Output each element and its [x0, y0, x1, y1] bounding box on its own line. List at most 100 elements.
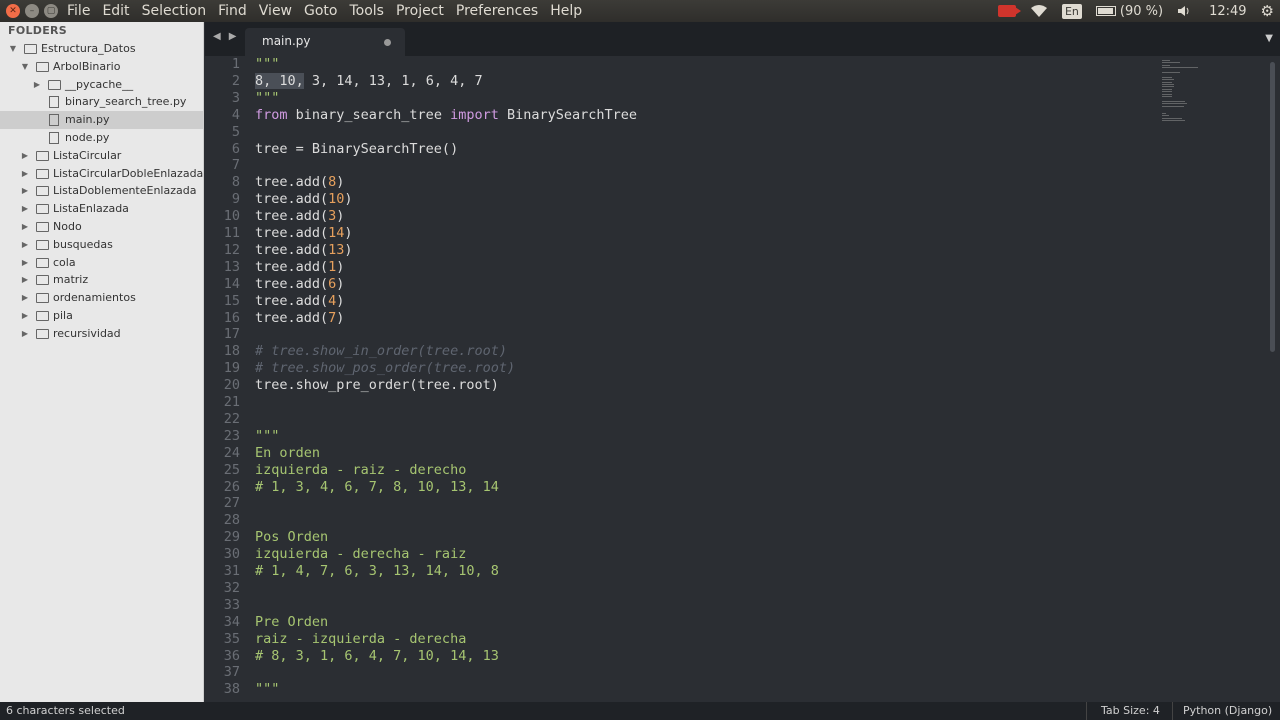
file-item[interactable]: main.py — [0, 111, 203, 129]
collapsed-arrow-icon[interactable]: ▶ — [20, 182, 30, 200]
menu-edit[interactable]: Edit — [102, 0, 129, 22]
code-line[interactable]: tree.add(8) — [255, 174, 344, 191]
code-line[interactable]: """ — [255, 90, 279, 107]
file-item[interactable]: node.py — [0, 129, 203, 147]
window-minimize-button[interactable]: – — [25, 4, 39, 18]
folder-item[interactable]: ▼ ArbolBinario — [0, 58, 203, 76]
collapsed-arrow-icon[interactable]: ▶ — [20, 307, 30, 325]
folder-item[interactable]: ▶ cola — [0, 254, 203, 272]
code-line[interactable]: tree.add(4) — [255, 293, 344, 310]
menu-find[interactable]: Find — [218, 0, 247, 22]
code-line[interactable]: tree.add(7) — [255, 310, 344, 327]
folder-icon — [24, 44, 37, 54]
code-line[interactable]: # 1, 4, 7, 6, 3, 13, 14, 10, 8 — [255, 563, 499, 580]
code-line[interactable]: Pre Orden — [255, 614, 328, 631]
syntax-indicator[interactable]: Python (Django) — [1172, 702, 1272, 720]
tab-main-py[interactable]: main.py — [245, 28, 405, 56]
clock[interactable]: 12:49 — [1209, 4, 1246, 19]
folder-item[interactable]: ▶ pila — [0, 307, 203, 325]
code-line[interactable]: tree = BinarySearchTree() — [255, 141, 458, 158]
collapsed-arrow-icon[interactable]: ▶ — [20, 236, 30, 254]
menu-preferences[interactable]: Preferences — [456, 0, 538, 22]
code-token: tree = BinarySearchTree() — [255, 140, 459, 157]
collapsed-arrow-icon[interactable]: ▶ — [20, 218, 30, 236]
code-line[interactable]: En orden — [255, 445, 320, 462]
expanded-arrow-icon[interactable]: ▼ — [20, 58, 30, 76]
code-line[interactable]: izquierda - derecha - raiz — [255, 546, 466, 563]
code-line[interactable]: tree.add(1) — [255, 259, 344, 276]
tab-dropdown-icon[interactable]: ▼ — [1265, 33, 1273, 44]
folder-item[interactable]: ▶ busquedas — [0, 236, 203, 254]
editor-scrollbar[interactable] — [1270, 62, 1275, 352]
folder-item[interactable]: ▶ ListaDoblementeEnlazada — [0, 182, 203, 200]
code-line[interactable]: tree.add(13) — [255, 242, 353, 259]
collapsed-arrow-icon[interactable]: ▶ — [32, 76, 42, 94]
battery-indicator[interactable]: (90 %) — [1095, 4, 1163, 19]
folder-item[interactable]: ▶ recursividad — [0, 325, 203, 343]
code-line[interactable]: tree.add(14) — [255, 225, 353, 242]
folder-item[interactable]: ▶ matriz — [0, 271, 203, 289]
unsaved-dot-icon[interactable] — [384, 39, 391, 46]
tab-size-indicator[interactable]: Tab Size: 4 — [1086, 702, 1160, 720]
code-line[interactable]: """ — [255, 428, 279, 445]
file-item[interactable]: binary_search_tree.py — [0, 93, 203, 111]
folder-item[interactable]: ▶ ordenamientos — [0, 289, 203, 307]
collapsed-arrow-icon[interactable]: ▶ — [20, 165, 30, 183]
collapsed-arrow-icon[interactable]: ▶ — [20, 147, 30, 165]
line-number: 32 — [223, 579, 240, 596]
code-line[interactable]: """ — [255, 56, 279, 73]
volume-icon[interactable] — [1177, 5, 1191, 17]
system-gear-icon[interactable]: ⚙ — [1261, 2, 1274, 20]
folder-item[interactable]: ▶ ListaCircularDobleEnlazada — [0, 165, 203, 183]
folder-item[interactable]: ▼ Estructura_Datos — [0, 40, 203, 58]
minimap[interactable] — [1162, 56, 1222, 136]
wifi-icon[interactable] — [1030, 4, 1048, 18]
menu-selection[interactable]: Selection — [142, 0, 207, 22]
code-line[interactable]: # tree.show_in_order(tree.root) — [255, 343, 507, 360]
minimap-line — [1162, 76, 1173, 78]
folder-icon — [36, 328, 49, 339]
tab-bar: ◀ ▶ main.py ▼ — [205, 22, 1280, 56]
code-token: tree.add( — [255, 208, 329, 225]
code-line[interactable]: # 1, 3, 4, 6, 7, 8, 10, 13, 14 — [255, 479, 499, 496]
code-line[interactable]: Pos Orden — [255, 529, 328, 546]
folder-icon — [36, 293, 49, 304]
code-line[interactable]: from binary_search_tree import BinarySea… — [255, 107, 637, 124]
folder-item[interactable]: ▶ Nodo — [0, 218, 203, 236]
code-editor[interactable]: 1 2 3 4 5 6 7 8 9 10 11 12 13 14 15 16 17 18 19 20 21 22 23 24 2… — [205, 56, 1280, 702]
code-line[interactable]: # 8, 3, 1, 6, 4, 7, 10, 14, 13 — [255, 648, 499, 665]
keyboard-layout-indicator[interactable]: En — [1061, 3, 1082, 19]
code-line[interactable]: # tree.show_pos_order(tree.root) — [255, 360, 515, 377]
tab-prev-icon[interactable]: ◀ — [213, 31, 221, 42]
code-line[interactable]: tree.add(10) — [255, 191, 353, 208]
folder-item[interactable]: ▶ __pycache__ — [0, 76, 203, 94]
code-token: BinarySearchTree — [498, 106, 638, 123]
code-line[interactable]: """ — [255, 681, 279, 698]
menu-goto[interactable]: Goto — [304, 0, 337, 22]
collapsed-arrow-icon[interactable]: ▶ — [20, 200, 30, 218]
code-token: 14 — [328, 225, 345, 241]
collapsed-arrow-icon[interactable]: ▶ — [20, 271, 30, 289]
collapsed-arrow-icon[interactable]: ▶ — [20, 325, 30, 343]
menu-help[interactable]: Help — [550, 0, 582, 22]
code-line[interactable]: izquierda - raiz - derecho — [255, 462, 466, 479]
code-line[interactable]: raiz - izquierda - derecha — [255, 631, 466, 648]
window-close-button[interactable]: ✕ — [6, 4, 20, 18]
code-line[interactable]: 8, 10, 3, 14, 13, 1, 6, 4, 7 — [255, 72, 483, 90]
expanded-arrow-icon[interactable]: ▼ — [8, 40, 18, 58]
code-line[interactable]: tree.add(3) — [255, 208, 344, 225]
collapsed-arrow-icon[interactable]: ▶ — [20, 289, 30, 307]
menu-project[interactable]: Project — [396, 0, 444, 22]
folder-item[interactable]: ▶ ListaCircular — [0, 147, 203, 165]
screen-recorder-icon[interactable] — [997, 5, 1021, 17]
folder-icon — [36, 239, 49, 250]
folder-item[interactable]: ▶ ListaEnlazada — [0, 200, 203, 218]
code-line[interactable]: tree.show_pre_order(tree.root) — [255, 377, 499, 394]
menu-view[interactable]: View — [259, 0, 292, 22]
tab-next-icon[interactable]: ▶ — [229, 31, 237, 42]
menu-tools[interactable]: Tools — [349, 0, 384, 22]
collapsed-arrow-icon[interactable]: ▶ — [20, 254, 30, 272]
code-line[interactable]: tree.add(6) — [255, 276, 344, 293]
menu-file[interactable]: File — [67, 0, 90, 22]
window-maximize-button[interactable]: ▢ — [44, 4, 58, 18]
